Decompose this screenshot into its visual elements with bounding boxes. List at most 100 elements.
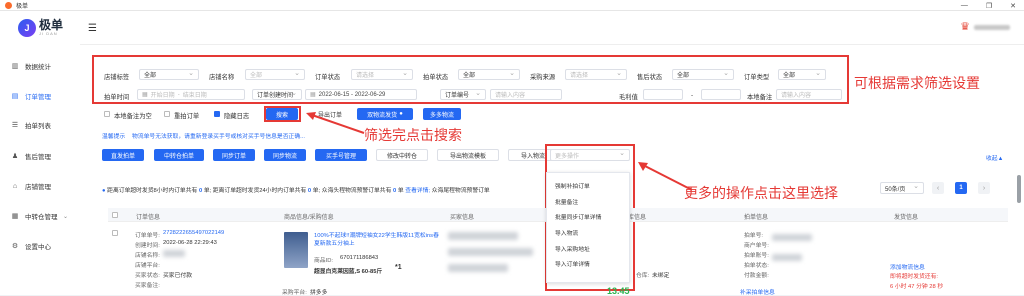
stats-unit2: 单; bbox=[312, 188, 321, 194]
create-time-value: 2022-06-28 22:29:43 bbox=[163, 240, 217, 246]
more-ops-item[interactable]: 强制补拍订单 bbox=[547, 179, 629, 193]
page-size-select[interactable]: 50条/页 bbox=[880, 182, 924, 194]
add-logistics-link[interactable]: 添加物流信息 bbox=[890, 262, 925, 271]
stats-count3: 0 bbox=[393, 188, 397, 194]
more-ops-item[interactable]: 批量同步订单详情 bbox=[547, 210, 629, 224]
user-name[interactable] bbox=[974, 25, 1010, 30]
purchase-info-blurred bbox=[772, 234, 812, 241]
buyer-manage-button[interactable]: 买手号管理 bbox=[315, 149, 367, 161]
restore-icon[interactable]: ❐ bbox=[986, 2, 992, 10]
sidebar-item-5[interactable]: ▦ 中转仓管理 ⌄ bbox=[0, 209, 80, 223]
product-id-value: 670171186843 bbox=[340, 255, 379, 261]
th-order-info: 订单信息 bbox=[136, 215, 161, 221]
brand-name: 极单 bbox=[39, 18, 64, 32]
export-template-button[interactable]: 导出物流模板 bbox=[437, 149, 499, 161]
dual-ship-label: 双物流发货 bbox=[367, 112, 398, 119]
modify-transit-button[interactable]: 修改中转仓 bbox=[376, 149, 428, 161]
sidebar-item-label: 订单管理 bbox=[25, 94, 51, 101]
more-ops-item[interactable]: 导入物流 bbox=[547, 226, 629, 240]
chevron-down-icon: ⌄ bbox=[62, 213, 68, 220]
menu-toggle-icon[interactable]: ☰ bbox=[88, 23, 97, 34]
order-no-link[interactable]: 2728222655497022149 bbox=[163, 230, 224, 236]
sidebar-item-1[interactable]: ▤ 订单管理 bbox=[0, 89, 80, 103]
scrollbar-thumb[interactable] bbox=[1017, 175, 1021, 203]
stats-unit1: 单; bbox=[203, 188, 212, 194]
search-annotation: 筛选完点击搜索 bbox=[364, 127, 462, 143]
service-icon: ♟ bbox=[11, 153, 19, 160]
more-ops-annotation: 更多的操作点击这里选择 bbox=[684, 185, 838, 201]
sidebar-item-6[interactable]: ⚙ 设置中心 bbox=[0, 239, 80, 253]
multi-logistics-button[interactable]: 多多物流 bbox=[423, 108, 461, 120]
purchase-status-row-label: 拍单状态: bbox=[744, 263, 769, 269]
stats-line: ● 距离订单超时发货8小时内订单共有 0 单; 距离订单超时发货24小时内订单共… bbox=[102, 185, 490, 194]
page-1-button[interactable]: 1 bbox=[955, 182, 967, 194]
transit-purchase-button[interactable]: 中转仓拍单 bbox=[154, 149, 204, 161]
row-checkbox[interactable] bbox=[112, 230, 118, 236]
repeat-order-checkbox[interactable] bbox=[164, 111, 170, 117]
timeout-value: 6 小时 47 分钟 28 秒 bbox=[890, 284, 944, 290]
sidebar-item-label: 售后管理 bbox=[25, 154, 51, 161]
paid-amount-label: 付款金额: bbox=[744, 273, 769, 279]
product-image[interactable] bbox=[284, 232, 308, 268]
sidebar-item-2[interactable]: ☰ 拍单列表 bbox=[0, 118, 80, 132]
th-product-info: 商品信息/采购信息 bbox=[284, 215, 334, 221]
purchase-account-label: 拍单账号: bbox=[744, 253, 769, 259]
prev-page-button[interactable]: ‹ bbox=[932, 182, 944, 194]
gear-icon: ⚙ bbox=[11, 243, 19, 250]
hide-log-label: 隐藏日志 bbox=[224, 113, 250, 120]
stats-text4: 众海尾程物流预警订单 bbox=[431, 188, 490, 194]
close-icon[interactable]: ✕ bbox=[1010, 2, 1016, 10]
sync-logistics-button[interactable]: 同步物流 bbox=[264, 149, 306, 161]
window-title: 极单 bbox=[16, 3, 29, 10]
search-highlight-box bbox=[264, 106, 301, 122]
minimize-icon[interactable]: — bbox=[961, 2, 968, 9]
filter-highlight-box bbox=[92, 55, 849, 104]
select-all-checkbox[interactable] bbox=[112, 212, 118, 218]
stats-count2: 0 bbox=[307, 188, 312, 194]
brand-mark-icon: J bbox=[18, 19, 36, 37]
stats-detail-link[interactable]: 查看详情; bbox=[405, 188, 430, 194]
topbar: ☰ ♛ bbox=[80, 11, 1024, 45]
sidebar-item-3[interactable]: ♟ 售后管理 bbox=[0, 149, 80, 163]
warehouse-icon: ▦ bbox=[11, 213, 19, 220]
sidebar-item-4[interactable]: ⌂ 店铺管理 bbox=[0, 179, 80, 193]
sidebar-item-label: 店铺管理 bbox=[25, 184, 51, 191]
stats-count1: 0 bbox=[198, 188, 203, 194]
warehouse-label: 仓库: bbox=[636, 273, 650, 279]
hide-log-checkbox[interactable] bbox=[214, 111, 220, 117]
product-title-link[interactable]: 100%不起球!!潮牌短袖女22学生韩版11宽松ins春夏新款五分袖上 bbox=[314, 232, 444, 248]
window-titlebar: 极单 — ❐ ✕ bbox=[0, 0, 1024, 11]
more-ops-item[interactable]: 导入订单详情 bbox=[547, 257, 629, 271]
purchase-no-label: 拍单号: bbox=[744, 233, 764, 239]
notice-text: 物流单号无法获取，请重新登录买手号或核对买手号信息是否正确... bbox=[132, 134, 305, 140]
sync-order-button[interactable]: 同步订单 bbox=[213, 149, 255, 161]
next-page-button[interactable]: › bbox=[978, 182, 990, 194]
shop-name-row-label: 店铺名称: bbox=[135, 253, 160, 259]
repeat-order-label: 重拍订单 bbox=[174, 113, 200, 120]
sidebar-item-0[interactable]: ▥ 数据统计 bbox=[0, 59, 80, 73]
note-empty-checkbox[interactable] bbox=[104, 111, 110, 117]
filter-annotation: 可根据需求筛选设置 bbox=[854, 75, 980, 91]
stats-text3: 众海头程物流预警订单共有 bbox=[321, 188, 392, 194]
product-id-label: 商品ID: bbox=[314, 258, 334, 264]
sidebar-item-label: 数据统计 bbox=[25, 64, 51, 71]
collapse-link[interactable]: 收起▲ bbox=[986, 153, 1003, 162]
more-ops-item[interactable]: 导入采购地址 bbox=[547, 241, 629, 255]
bar-chart-icon: ▥ bbox=[11, 63, 19, 70]
stats-unit3: 单 bbox=[397, 188, 404, 194]
stats-text1: 距离订单超时发货8小时内订单共有 bbox=[107, 188, 198, 194]
th-purchase-info: 拍单信息 bbox=[744, 215, 769, 221]
th-buyer-info: 买家信息 bbox=[450, 215, 475, 221]
direct-purchase-button[interactable]: 直发拍单 bbox=[102, 149, 144, 161]
more-ops-item[interactable]: 批量备注 bbox=[547, 195, 629, 209]
product-spec: 超显白克莱因蓝,S 60-85斤 bbox=[314, 269, 383, 275]
buyer-phone-blurred bbox=[448, 264, 508, 272]
buyer-info-blurred bbox=[448, 232, 518, 240]
buyer-address-blurred bbox=[448, 248, 533, 256]
notice-prefix: 温馨提示 bbox=[102, 134, 126, 140]
shop-platform-label: 店铺平台: bbox=[135, 263, 160, 269]
search-arrow-icon bbox=[306, 112, 365, 134]
buyer-status-value: 买家已付款 bbox=[163, 273, 192, 279]
shop-name-blurred bbox=[163, 250, 185, 257]
product-qty: *1 bbox=[395, 264, 402, 271]
